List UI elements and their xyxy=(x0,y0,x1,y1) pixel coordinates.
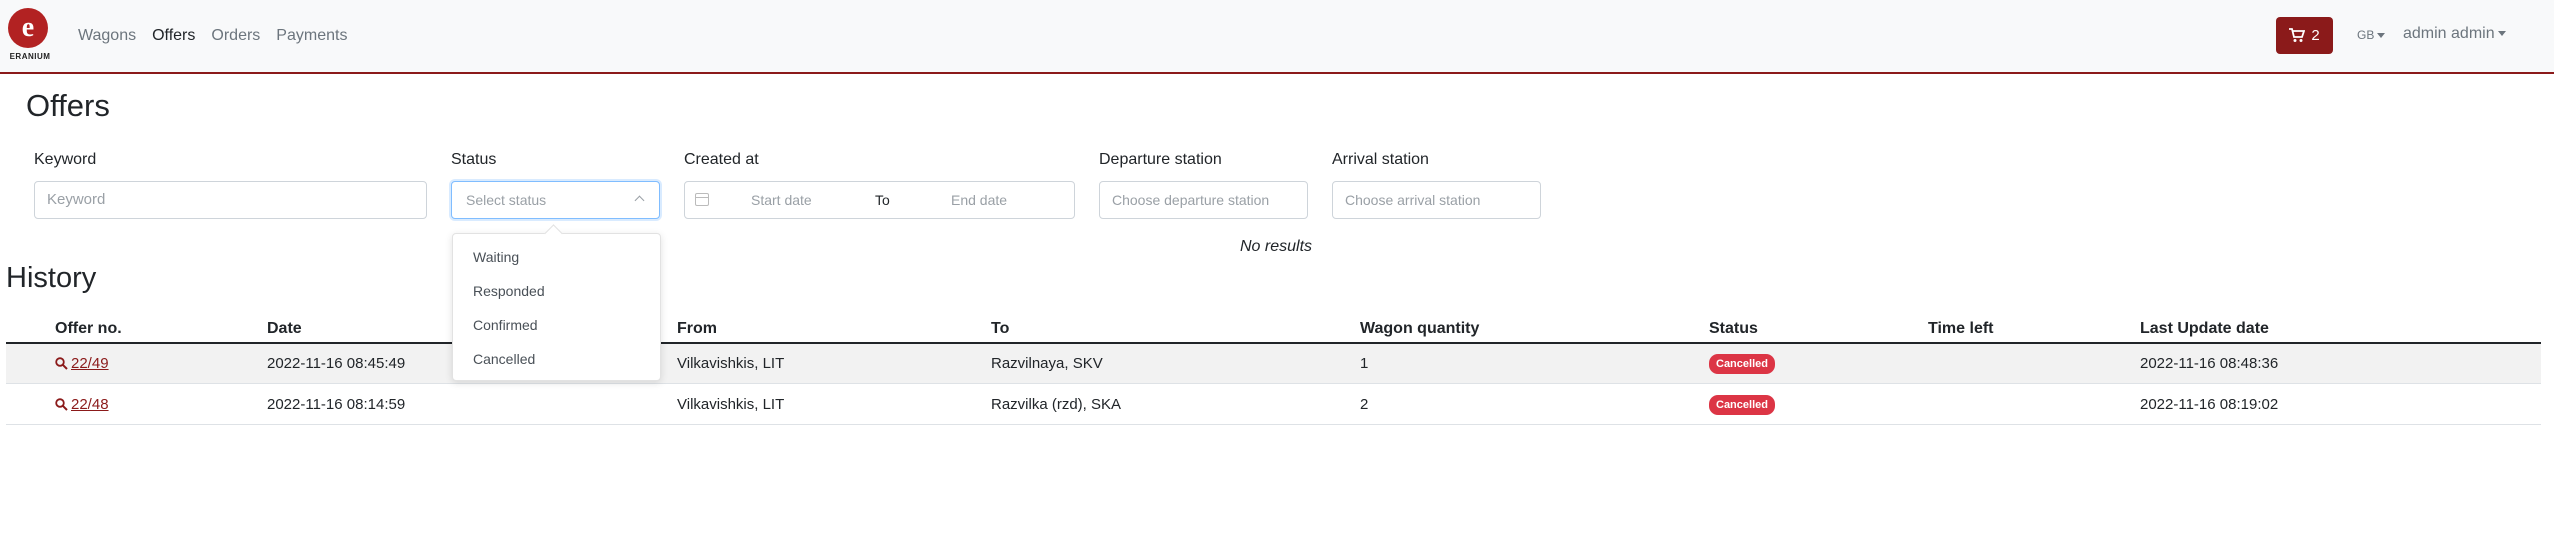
created-at-range[interactable]: Start date To End date xyxy=(684,181,1075,219)
user-name: admin admin xyxy=(2403,25,2495,42)
column-header-last-update: Last Update date xyxy=(2140,320,2269,337)
no-results-text: No results xyxy=(1240,238,1313,255)
start-date-input[interactable]: Start date xyxy=(751,182,812,218)
brand-logo[interactable]: e ERANIUM xyxy=(6,8,52,64)
column-header-from: From xyxy=(677,320,717,337)
status-badge: Cancelled xyxy=(1709,354,1775,374)
keyword-placeholder: Keyword xyxy=(47,191,106,208)
departure-station-select[interactable]: Choose departure station xyxy=(1099,181,1308,219)
date-cell: 2022-11-16 08:14:59 xyxy=(267,396,406,413)
offer-link[interactable]: 22/49 xyxy=(55,355,109,374)
language-dropdown[interactable]: GB xyxy=(2357,28,2386,42)
offer-number: 22/49 xyxy=(71,355,109,372)
column-header-offer-no: Offer no. xyxy=(55,320,122,337)
keyword-input[interactable]: Keyword xyxy=(34,181,427,219)
nav-link-wagons[interactable]: Wagons xyxy=(78,25,136,47)
chevron-down-icon xyxy=(2497,31,2506,37)
last-update-cell: 2022-11-16 08:48:36 xyxy=(2140,355,2279,372)
cart-count: 2 xyxy=(2311,27,2320,44)
status-select[interactable]: Select status xyxy=(451,181,660,219)
end-date-input[interactable]: End date xyxy=(951,182,1007,218)
arrival-placeholder: Choose arrival station xyxy=(1345,192,1481,208)
status-badge: Cancelled xyxy=(1709,395,1775,415)
wagon-quantity-cell: 2 xyxy=(1360,396,1369,413)
from-cell: Vilkavishkis, LIT xyxy=(677,355,785,372)
user-dropdown[interactable]: admin admin xyxy=(2403,25,2506,43)
column-header-status: Status xyxy=(1709,320,1758,337)
status-placeholder: Select status xyxy=(466,192,547,208)
keyword-label: Keyword xyxy=(34,151,97,168)
cart-button[interactable]: 2 xyxy=(2276,17,2333,54)
departure-station-label: Departure station xyxy=(1099,151,1222,168)
table-row: 22/48 2022-11-16 08:14:59 Vilkavishkis, … xyxy=(6,385,2541,425)
from-cell: Vilkavishkis, LIT xyxy=(677,396,785,413)
table-row: 22/49 2022-11-16 08:45:49 Vilkavishkis, … xyxy=(6,344,2541,384)
language-label: GB xyxy=(2357,28,2375,42)
status-option-cancelled[interactable]: Cancelled xyxy=(473,351,535,367)
status-option-waiting[interactable]: Waiting xyxy=(473,249,519,265)
wagon-quantity-cell: 1 xyxy=(1360,355,1369,372)
arrival-station-select[interactable]: Choose arrival station xyxy=(1332,181,1541,219)
page-title: Offers xyxy=(26,88,110,123)
arrival-station-label: Arrival station xyxy=(1332,151,1429,168)
departure-placeholder: Choose departure station xyxy=(1112,192,1270,208)
column-header-time-left: Time left xyxy=(1928,320,1994,337)
history-title: History xyxy=(6,262,97,294)
search-icon xyxy=(55,398,68,411)
column-header-wagon-quantity: Wagon quantity xyxy=(1360,320,1480,337)
offer-number: 22/48 xyxy=(71,396,109,413)
logo-mark: e xyxy=(21,12,35,43)
column-header-date: Date xyxy=(267,320,302,337)
search-icon xyxy=(55,357,68,370)
logo-text: ERANIUM xyxy=(9,52,51,61)
to-cell: Razvilnaya, SKV xyxy=(991,355,1103,372)
status-option-responded[interactable]: Responded xyxy=(473,283,545,299)
nav-link-orders[interactable]: Orders xyxy=(211,25,260,47)
to-cell: Razvilka (rzd), SKA xyxy=(991,396,1122,413)
nav-links: Wagons Offers Orders Payments xyxy=(78,25,363,47)
navbar: e ERANIUM Wagons Offers Orders Payments … xyxy=(0,0,2554,74)
date-cell: 2022-11-16 08:45:49 xyxy=(267,355,406,372)
range-separator: To xyxy=(875,192,890,208)
chevron-up-icon xyxy=(634,195,645,206)
offer-link[interactable]: 22/48 xyxy=(55,396,109,415)
nav-link-offers[interactable]: Offers xyxy=(152,25,195,47)
cart-icon xyxy=(2289,28,2306,42)
column-header-to: To xyxy=(991,320,1010,337)
chevron-down-icon xyxy=(2377,33,2386,39)
created-at-label: Created at xyxy=(684,151,759,168)
nav-link-payments[interactable]: Payments xyxy=(276,25,347,47)
status-label: Status xyxy=(451,151,497,168)
last-update-cell: 2022-11-16 08:19:02 xyxy=(2140,396,2279,413)
status-dropdown-menu: Waiting Responded Confirmed Cancelled xyxy=(452,233,661,381)
calendar-icon xyxy=(695,193,709,206)
status-option-confirmed[interactable]: Confirmed xyxy=(473,317,538,333)
